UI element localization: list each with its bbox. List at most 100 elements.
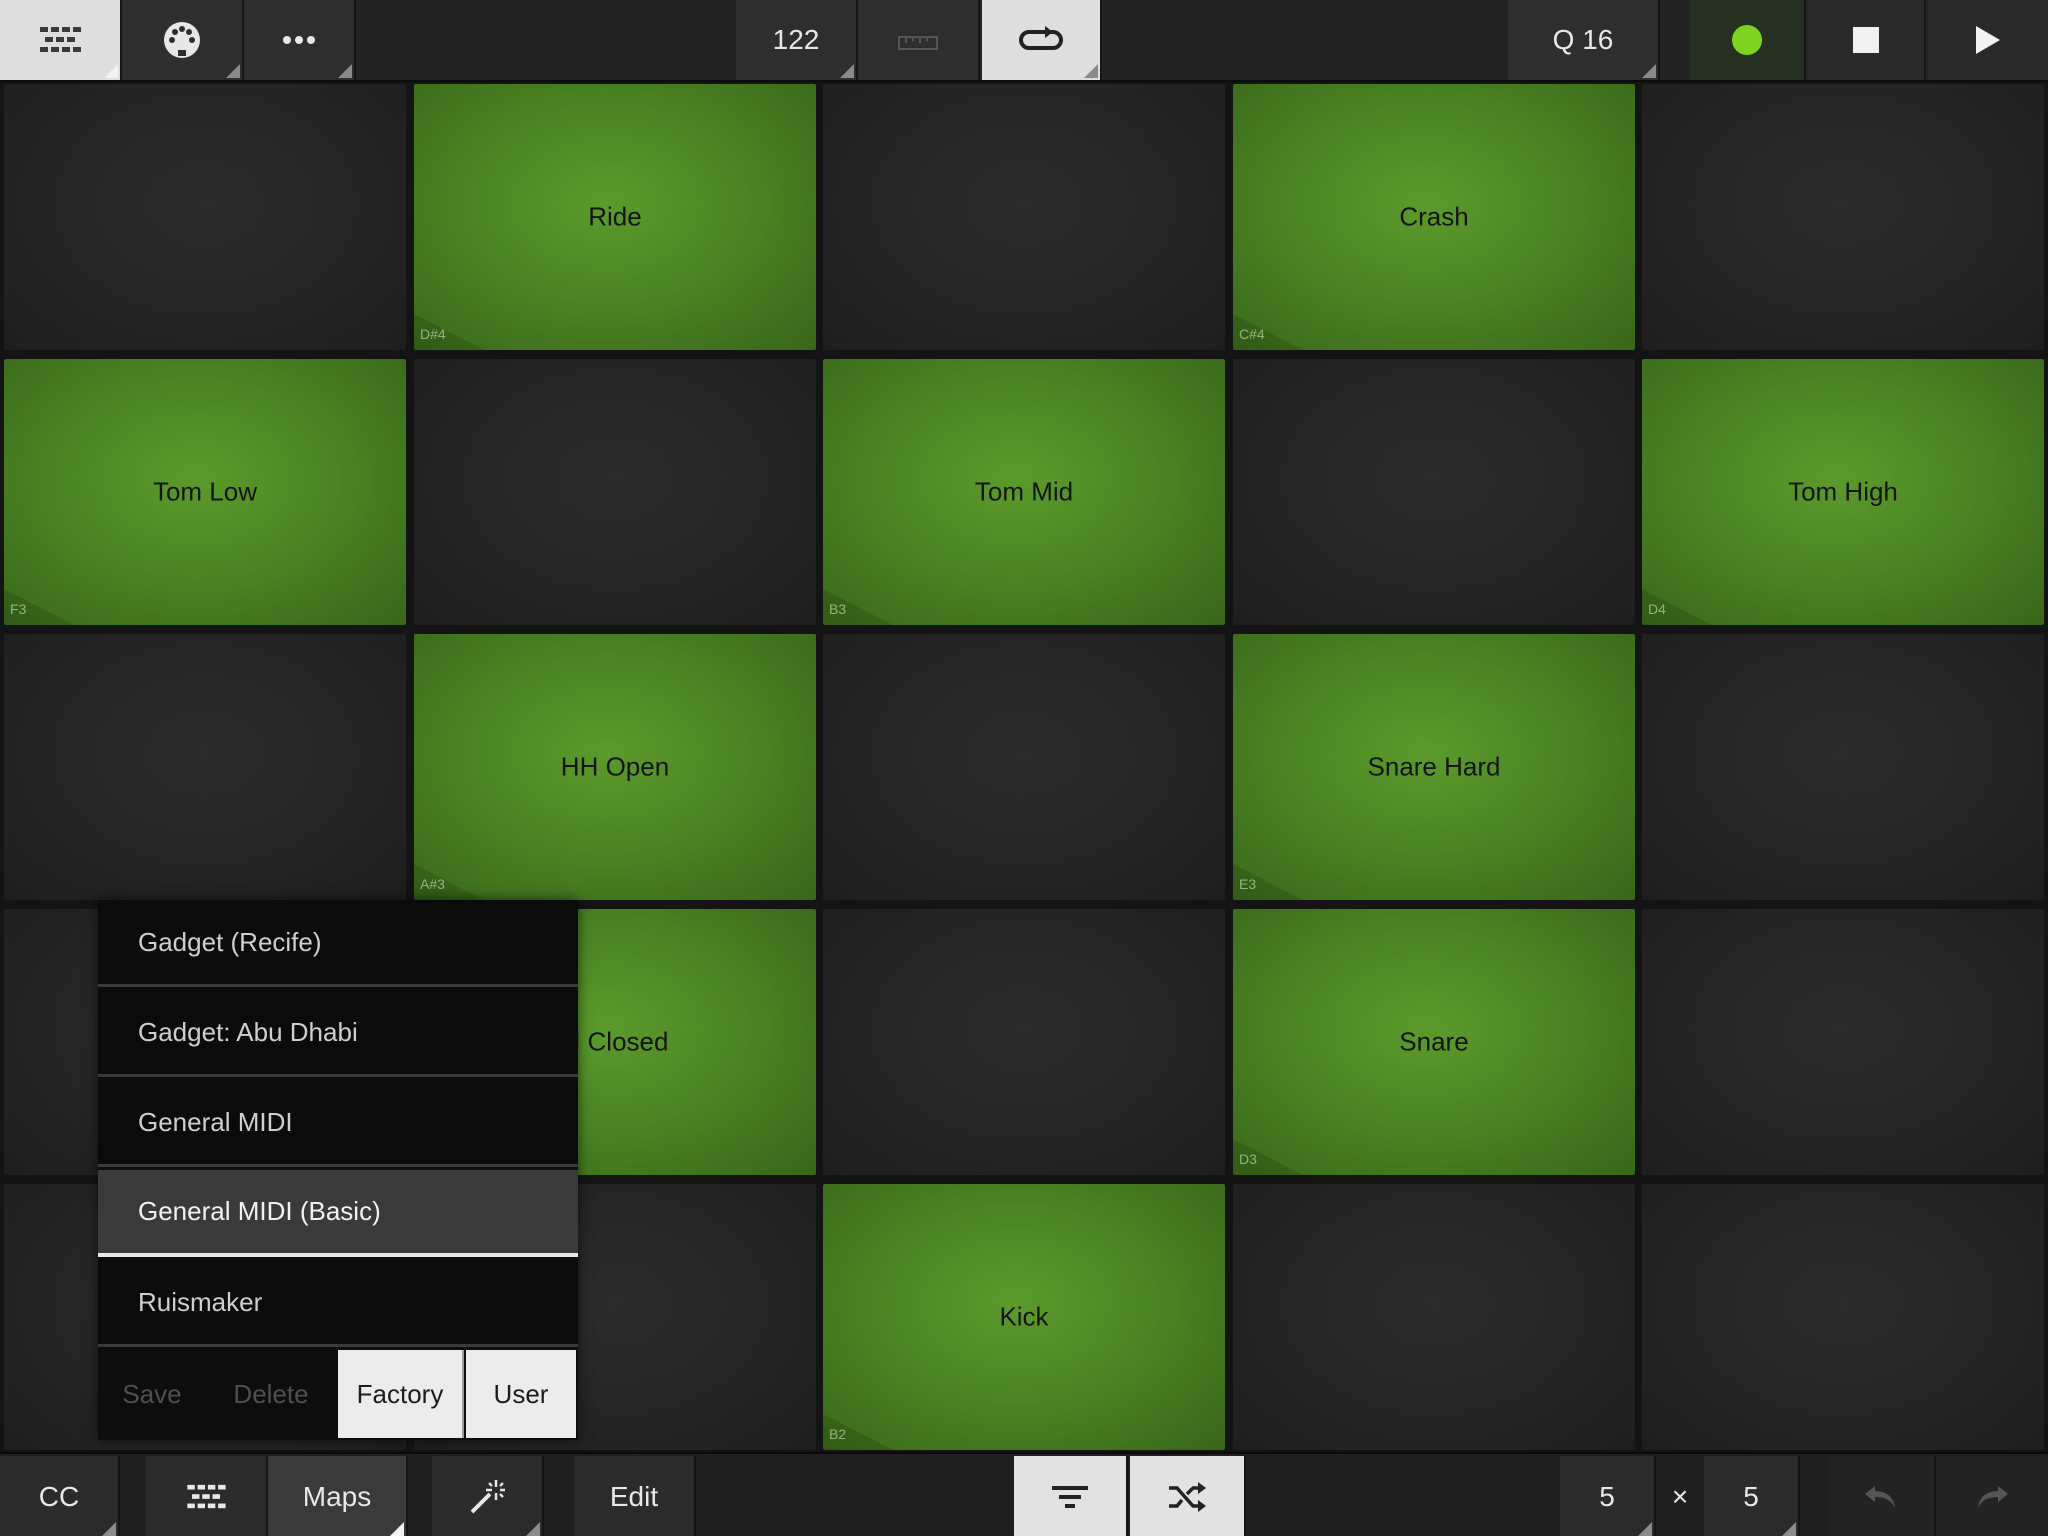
columns-value: 5	[1599, 1481, 1615, 1512]
pad-label: Ride	[588, 201, 642, 232]
tempo-button[interactable]: 122	[736, 0, 858, 80]
drum-pad[interactable]: Tom Mid B3	[823, 359, 1225, 625]
drum-pad[interactable]: Snare Hard E3	[1233, 634, 1635, 900]
play-icon	[1974, 25, 2002, 55]
tempo-value: 122	[772, 24, 820, 55]
drum-pad[interactable]	[823, 634, 1225, 900]
magic-wand-icon	[468, 1478, 506, 1516]
record-button[interactable]	[1690, 0, 1806, 80]
bottom-toolbar: CC Maps Edit 5 × 5	[0, 1452, 2048, 1536]
map-item-label: Ruismaker	[138, 1286, 263, 1317]
metronome-button[interactable]	[858, 0, 980, 80]
delete-button[interactable]: Delete	[206, 1350, 336, 1438]
pad-label: Crash	[1399, 201, 1469, 232]
loop-icon	[1019, 26, 1063, 54]
stop-button[interactable]	[1808, 0, 1926, 80]
drum-pad[interactable]	[1642, 909, 2044, 1175]
sort-button[interactable]	[1014, 1456, 1128, 1536]
columns-stepper[interactable]: 5	[1560, 1456, 1656, 1536]
pad-label: Tom Mid	[974, 476, 1074, 507]
pad-note: B2	[829, 1426, 847, 1442]
midi-port-button[interactable]	[122, 0, 244, 80]
undo-button[interactable]	[1828, 1456, 1936, 1536]
drum-pad[interactable]	[1642, 634, 2044, 900]
record-icon	[1731, 24, 1763, 56]
pad-label: Tom Low	[152, 476, 258, 507]
maps-label: Maps	[302, 1481, 372, 1512]
times-label: ×	[1656, 1456, 1704, 1536]
pad-label: Tom High	[1788, 476, 1898, 507]
more-button[interactable]	[244, 0, 356, 80]
drum-pad[interactable]: HH Open A#3	[414, 634, 816, 900]
cc-label: CC	[38, 1481, 80, 1512]
pads-grid-icon	[38, 25, 82, 55]
map-item-label: Gadget: Abu Dhabi	[138, 1016, 358, 1047]
map-item-general-midi[interactable]: General MIDI	[98, 1080, 578, 1167]
drum-pad[interactable]: Ride D#4	[414, 84, 816, 350]
redo-button[interactable]	[1936, 1456, 2048, 1536]
pad-label: Kick	[999, 1301, 1049, 1332]
shuffle-button[interactable]	[1130, 1456, 1246, 1536]
map-item-label: General MIDI	[138, 1106, 293, 1137]
drum-pad[interactable]: Tom High D4	[1642, 359, 2044, 625]
maps-button[interactable]: Maps	[268, 1456, 408, 1536]
magic-wand-button[interactable]	[432, 1456, 544, 1536]
edit-label: Edit	[609, 1481, 659, 1512]
midi-port-icon	[162, 20, 202, 60]
pad-note: A#3	[420, 876, 445, 892]
play-button[interactable]	[1928, 0, 2048, 80]
pad-note: D#4	[420, 326, 446, 342]
drum-pad[interactable]	[1233, 359, 1635, 625]
quantize-button[interactable]: Q 16	[1508, 0, 1660, 80]
drum-pad[interactable]	[4, 84, 406, 350]
map-item-general-midi-basic[interactable]: General MIDI (Basic)	[98, 1170, 578, 1257]
pads-layout-button[interactable]	[146, 1456, 268, 1536]
undo-icon	[1863, 1484, 1899, 1510]
pads-view-button[interactable]	[0, 0, 122, 80]
factory-button[interactable]: Factory	[338, 1350, 464, 1438]
pad-note: C#4	[1239, 326, 1265, 342]
stop-icon	[1852, 26, 1880, 54]
pads-grid-icon	[185, 1483, 227, 1511]
cc-button[interactable]: CC	[0, 1456, 120, 1536]
metronome-icon	[897, 29, 939, 51]
top-toolbar: 122 Q 16	[0, 0, 2048, 82]
map-item-label: General MIDI (Basic)	[138, 1196, 381, 1226]
quantize-value: Q 16	[1552, 24, 1614, 55]
pad-note: D4	[1648, 601, 1666, 617]
shuffle-icon	[1167, 1482, 1207, 1512]
times-sign: ×	[1671, 1481, 1689, 1512]
sort-icon	[1051, 1484, 1089, 1510]
rows-stepper[interactable]: 5	[1704, 1456, 1800, 1536]
drum-pad[interactable]: Kick B2	[823, 1184, 1225, 1450]
map-item-gadget-recife[interactable]: Gadget (Recife)	[98, 900, 578, 987]
pad-label: Snare	[1399, 1026, 1469, 1057]
drum-pad[interactable]	[823, 84, 1225, 350]
pad-note: B3	[829, 601, 847, 617]
edit-button[interactable]: Edit	[574, 1456, 696, 1536]
drum-pad[interactable]	[1642, 84, 2044, 350]
drum-pad[interactable]	[823, 909, 1225, 1175]
more-icon	[282, 35, 316, 45]
pad-note: F3	[10, 601, 27, 617]
drum-pad[interactable]: Crash C#4	[1233, 84, 1635, 350]
loop-toggle[interactable]	[982, 0, 1102, 80]
pad-note: D3	[1239, 1151, 1257, 1167]
pad-label: HH Open	[560, 751, 670, 782]
map-item-ruismaker[interactable]: Ruismaker	[98, 1260, 578, 1347]
drum-pad[interactable]	[4, 634, 406, 900]
user-button[interactable]: User	[466, 1350, 576, 1438]
redo-icon	[1974, 1484, 2010, 1510]
map-item-label: Gadget (Recife)	[138, 926, 322, 957]
save-button[interactable]: Save	[98, 1350, 206, 1438]
drum-pad[interactable]: Tom Low F3	[4, 359, 406, 625]
pad-note: E3	[1239, 876, 1257, 892]
drum-map-menu: Gadget (Recife) Gadget: Abu Dhabi Genera…	[98, 900, 578, 1440]
map-item-gadget-abu-dhabi[interactable]: Gadget: Abu Dhabi	[98, 990, 578, 1077]
drum-pad[interactable]	[414, 359, 816, 625]
drum-pad[interactable]	[1642, 1184, 2044, 1450]
drum-pad[interactable]: Snare D3	[1233, 909, 1635, 1175]
drum-pad[interactable]	[1233, 1184, 1635, 1450]
rows-value: 5	[1743, 1481, 1759, 1512]
pad-label: Snare Hard	[1367, 751, 1501, 782]
